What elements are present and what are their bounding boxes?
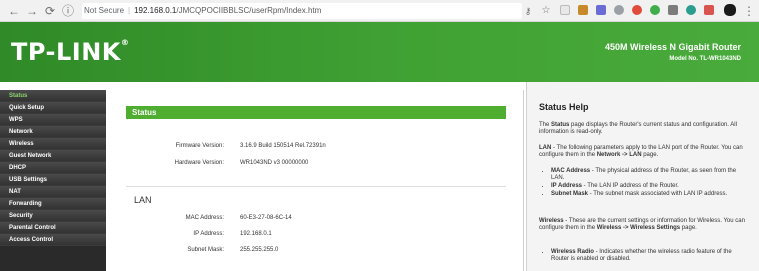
sidebar-item-wireless[interactable]: Wireless xyxy=(0,138,106,150)
extension-icon[interactable] xyxy=(578,5,588,15)
reload-icon[interactable]: ⟳ xyxy=(42,3,58,19)
sidebar-item-access-control[interactable]: Access Control xyxy=(0,234,106,246)
help-link-network-lan[interactable]: Network -> LAN xyxy=(597,152,642,158)
bookmark-star-icon[interactable]: ☆ xyxy=(538,3,554,19)
hardware-value: WR1043ND v3 00000000 xyxy=(240,160,309,166)
help-intro: The Status page displays the Router's cu… xyxy=(539,122,737,135)
mac-label: MAC Address: xyxy=(185,215,224,221)
key-icon[interactable]: ⚷ xyxy=(520,3,536,19)
hardware-label: Hardware Version: xyxy=(174,160,224,166)
sidebar-item-quick-setup[interactable]: Quick Setup xyxy=(0,102,106,114)
sidebar-item-guest-network[interactable]: Guest Network xyxy=(0,150,106,162)
list-item: MAC Address - The physical address of th… xyxy=(551,168,749,182)
divider xyxy=(126,186,506,187)
help-lan-list: MAC Address - The physical address of th… xyxy=(551,168,749,199)
extension-icon[interactable] xyxy=(704,5,714,15)
extension-icon[interactable] xyxy=(650,5,660,15)
help-wireless-text: Wireless - These are the current setting… xyxy=(539,218,745,231)
sidebar-item-parental-control[interactable]: Parental Control xyxy=(0,222,106,234)
url-host: 192.168.0.1 xyxy=(134,6,177,15)
back-icon[interactable]: ← xyxy=(6,3,22,19)
ip-value: 192.168.0.1 xyxy=(240,231,272,237)
sidebar-item-forwarding[interactable]: Forwarding xyxy=(0,198,106,210)
ip-label: IP Address: xyxy=(193,231,224,237)
sidebar-menu: Status Quick Setup WPS Network Wireless … xyxy=(0,90,106,271)
list-item: Subnet Mask - The subnet mask associated… xyxy=(551,191,749,198)
firmware-value: 3.16.9 Build 150514 Rel.72391n xyxy=(240,143,326,149)
subnet-value: 255.255.255.0 xyxy=(240,247,279,253)
help-lan-text: LAN - The following parameters apply to … xyxy=(539,145,743,158)
browser-toolbar: ← → ⟳ ⓘ Not Secure | 192.168.0.1/JMCQPOCII… xyxy=(0,0,759,22)
model-number: Model No. TL-WR1043ND xyxy=(669,56,741,62)
mac-value: 60-E3-27-08-6C-14 xyxy=(240,215,292,221)
list-item: Wireless Radio - Indicates whether the w… xyxy=(551,249,749,263)
list-item: IP Address - The LAN IP address of the R… xyxy=(551,183,749,190)
sidebar-item-nat[interactable]: NAT xyxy=(0,186,106,198)
extension-icon[interactable] xyxy=(614,5,624,15)
sidebar-item-status[interactable]: Status xyxy=(0,90,106,102)
help-link-wireless-settings[interactable]: Wireless -> Wireless Settings xyxy=(597,225,680,231)
router-header: TP-LINK® 450M Wireless N Gigabit Router … xyxy=(0,22,759,82)
extension-icon[interactable] xyxy=(596,5,606,15)
address-bar[interactable]: Not Secure | 192.168.0.1/JMCQPOCIIBBLSC/us… xyxy=(82,3,522,19)
product-name: 450M Wireless N Gigabit Router xyxy=(605,42,741,52)
info-icon[interactable]: ⓘ xyxy=(60,3,76,19)
help-wireless-list: Wireless Radio - Indicates whether the w… xyxy=(551,249,749,264)
model-info: 450M Wireless N Gigabit Router Model No.… xyxy=(605,42,741,62)
forward-icon[interactable]: → xyxy=(24,3,40,19)
sidebar-item-wps[interactable]: WPS xyxy=(0,114,106,126)
sidebar-item-network[interactable]: Network xyxy=(0,126,106,138)
extension-icon[interactable] xyxy=(560,5,570,15)
menu-dots-icon[interactable]: ⋮ xyxy=(741,3,757,19)
help-panel: Status Help The Status page displays the… xyxy=(526,82,759,271)
status-content: Status Firmware Version: 3.16.9 Build 15… xyxy=(106,90,524,271)
lan-section-title: LAN xyxy=(134,195,152,205)
sidebar-item-usb-settings[interactable]: USB Settings xyxy=(0,174,106,186)
tp-link-logo: TP-LINK® xyxy=(11,38,130,66)
extension-icon[interactable] xyxy=(632,5,642,15)
help-title: Status Help xyxy=(539,102,589,112)
sidebar-item-dhcp[interactable]: DHCP xyxy=(0,162,106,174)
subnet-label: Subnet Mask: xyxy=(187,247,224,253)
url-path: /JMCQPOCIIBBLSC/userRpm/Index.htm xyxy=(176,6,322,15)
security-indicator[interactable]: Not Secure xyxy=(84,6,124,15)
extension-icon[interactable] xyxy=(686,5,696,15)
page-title: Status xyxy=(126,106,506,119)
extension-icon[interactable] xyxy=(668,5,678,15)
sidebar-item-security[interactable]: Security xyxy=(0,210,106,222)
firmware-label: Firmware Version: xyxy=(175,143,224,149)
profile-avatar[interactable] xyxy=(724,4,736,16)
